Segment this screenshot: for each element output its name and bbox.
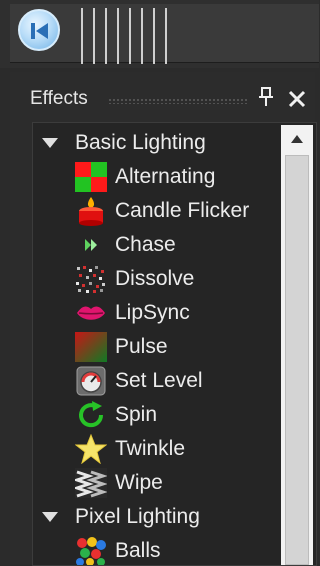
- pin-button[interactable]: [256, 86, 276, 112]
- close-button[interactable]: [286, 86, 308, 112]
- tree-item-label: Dissolve: [115, 267, 195, 290]
- tree-item-label: Wipe: [115, 471, 163, 494]
- skip-to-start-button[interactable]: [18, 9, 60, 51]
- close-icon: [288, 90, 306, 108]
- pin-icon: [259, 87, 273, 106]
- tree-item-label: Chase: [115, 233, 176, 256]
- tree-group-label: Basic Lighting: [75, 131, 206, 154]
- panel-title: Effects: [30, 88, 88, 109]
- tree-item-label: Balls: [115, 539, 161, 562]
- gauge-icon: [73, 366, 109, 396]
- tree-item-dissolve[interactable]: Dissolve: [73, 263, 194, 295]
- scroll-thumb[interactable]: [285, 155, 309, 565]
- tree-item-label: Twinkle: [115, 437, 186, 460]
- chevron-up-icon: [291, 135, 303, 143]
- tree-item-label: Alternating: [115, 165, 216, 188]
- skip-to-start-icon: [31, 23, 48, 39]
- tree-group-label: Pixel Lighting: [75, 505, 200, 528]
- tree-item-label: Set Level: [115, 369, 203, 392]
- tree-item-label: Spin: [115, 403, 158, 426]
- tree-group-basic-lighting[interactable]: Basic Lighting: [33, 127, 206, 159]
- tree-item-set-level[interactable]: Set Level: [73, 365, 203, 397]
- tree-item-twinkle[interactable]: Twinkle: [73, 433, 185, 465]
- tree-item-label: LipSync: [115, 301, 190, 324]
- toolbar-grip: [73, 8, 173, 64]
- alternating-icon: [73, 162, 109, 192]
- tree-item-spin[interactable]: Spin: [73, 399, 157, 431]
- panel-header: Effects: [22, 84, 312, 114]
- tree-item-label: Pulse: [115, 335, 168, 358]
- tree-group-pixel-lighting[interactable]: Pixel Lighting: [33, 501, 200, 533]
- effects-panel: Effects Basic Lighting Alternating Candl…: [10, 72, 317, 566]
- toolbar: [0, 0, 319, 68]
- lips-icon: [73, 298, 109, 328]
- scroll-up-button[interactable]: [281, 125, 313, 153]
- tree-item-candle-flicker[interactable]: Candle Flicker: [73, 195, 249, 227]
- balls-icon: [73, 536, 109, 565]
- tree-item-lipsync[interactable]: LipSync: [73, 297, 190, 329]
- chase-icon: [73, 230, 109, 260]
- pulse-icon: [73, 332, 109, 362]
- caret-down-icon[interactable]: [39, 505, 63, 529]
- tree-item-wipe[interactable]: Wipe: [73, 467, 163, 499]
- effects-tree[interactable]: Basic Lighting Alternating Candle Flicke…: [32, 122, 317, 566]
- candle-icon: [73, 196, 109, 226]
- dissolve-icon: [73, 264, 109, 294]
- tree-item-alternating[interactable]: Alternating: [73, 161, 215, 193]
- wipe-icon: [73, 468, 109, 498]
- caret-down-icon[interactable]: [39, 131, 63, 155]
- spin-icon: [73, 400, 109, 430]
- tree-item-label: Candle Flicker: [115, 199, 250, 222]
- vertical-scrollbar[interactable]: [281, 125, 313, 565]
- header-drag-area[interactable]: [108, 98, 248, 104]
- star-icon: [73, 434, 109, 464]
- tree-item-balls[interactable]: Balls: [73, 535, 161, 565]
- tree-item-pulse[interactable]: Pulse: [73, 331, 168, 363]
- tree-item-chase[interactable]: Chase: [73, 229, 176, 261]
